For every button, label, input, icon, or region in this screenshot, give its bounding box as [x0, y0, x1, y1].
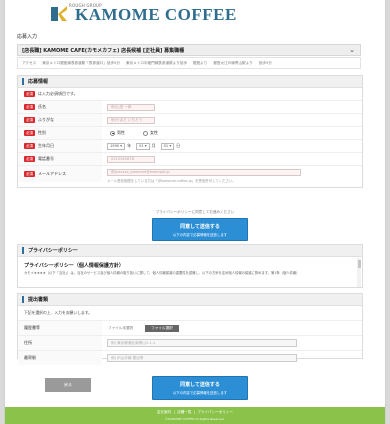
file-status: ファイル未選択 [108, 325, 134, 330]
name-label: 氏名 [38, 104, 46, 109]
file-select-button[interactable]: ファイル選択 [145, 324, 179, 332]
form-header: 応募情報 [18, 76, 362, 88]
copyright: ©KAMOME COFFEE All Rights Reserved. [164, 417, 225, 421]
birth-year-select[interactable]: 1990 ▾ [107, 142, 126, 150]
birth-month-select[interactable]: 01 ▾ [136, 142, 150, 150]
furigana-input[interactable]: 例)やまだ いちろう [107, 116, 155, 124]
submit-sublabel: 以下の内容で応募情報を送信します [172, 233, 228, 237]
station-input[interactable]: 例) JR山手線 恵比寿 [107, 354, 297, 362]
footer-link-company[interactable]: 会社案内 [157, 410, 171, 414]
page: KAMOME COFFEE ROUGH GROUP 応募入力 [店長職] KAM… [4, 0, 386, 424]
access-item: 徒歩5分 [258, 60, 272, 65]
required-badge: 必須 [24, 117, 35, 123]
submit-label: 同意して送信する [180, 224, 220, 230]
privacy-head-title: プライバシーポリシー [28, 248, 78, 254]
submit-label: 同意して送信する [180, 382, 220, 388]
access-item: 都営大江戸線青山駅より [213, 60, 253, 65]
email-note: メール受信制限をしている方は「@kamome-coffee.jp」を受信許可して… [107, 179, 236, 183]
station-row: 最寄駅 例) JR山手線 恵比寿 [18, 350, 362, 365]
site-header: KAMOME COFFEE ROUGH GROUP [5, 0, 385, 30]
birth-day-value: 01 [163, 144, 169, 148]
phone-label: 電話番号 [38, 156, 54, 161]
gender-male-radio[interactable]: 男性 [110, 130, 125, 136]
address-row: 住所 例) 東京都港区南青山1-1-1 [18, 335, 362, 350]
privacy-scrollbar[interactable] [357, 258, 361, 287]
site-footer: 会社案内 | 店舗一覧 | プライバシーポリシー ©KAMOME COFFEE … [5, 407, 385, 424]
submit-button-top[interactable]: 同意して送信する 以下の内容で応募情報を送信します [152, 218, 248, 241]
footer-link-privacy[interactable]: プライバシーポリシー [197, 410, 233, 414]
address-input[interactable]: 例) 東京都港区南青山1-1-1 [107, 339, 297, 347]
privacy-title: プライバシーポリシー（個人情報保護方針） [24, 263, 124, 269]
brand-group-label: ROUGH GROUP [69, 3, 102, 8]
radio-selected-icon[interactable] [110, 130, 115, 136]
footer-links: 会社案内 | 店舗一覧 | プライバシーポリシー [156, 410, 234, 414]
email-input[interactable]: 例)xxxxxx_kamome@example.jp [107, 169, 301, 176]
resume-label: 履歴書等 [18, 321, 102, 335]
required-note: 必須 は入力必須項目です。 [18, 88, 362, 100]
furigana-row: 必須 ふりがな 例)やまだ いちろう [18, 113, 362, 126]
required-note-text: は入力必須項目です。 [38, 91, 78, 96]
form-title: 応募情報 [28, 79, 49, 85]
name-input[interactable]: 例)山田 一郎 [107, 103, 155, 111]
consent-text: プライバシーポリシーに同意してお進みください [155, 210, 235, 214]
documents-note: 下記を選択の上、入力をお願いします。 [24, 310, 92, 315]
month-unit: 月 [151, 143, 156, 148]
furigana-label: ふりがな [38, 117, 54, 122]
job-access-info: アクセス 東京メトロ銀座線表参道駅「表参道口」徒歩5分 東京メトロ半蔵門線表参道… [17, 57, 361, 69]
chevron-down-icon[interactable]: ⌄ [349, 46, 355, 54]
back-button[interactable]: 戻る [45, 378, 91, 392]
phone-input[interactable]: 0312345678 [107, 155, 155, 163]
privacy-text: カモメ★★★★（以下「当社」）は、当社のサービス及び個人情報の取り扱いに関して、… [24, 271, 300, 275]
page-title: 応募入力 [17, 34, 38, 40]
radio-icon[interactable] [143, 130, 148, 136]
name-row: 必須 氏名 例)山田 一郎 [18, 100, 362, 113]
header-accent-bar [22, 247, 24, 254]
job-title: [店長職] KAMOME CAFE(カモメカフェ) 店長候補 [正社員] 募集職… [22, 47, 185, 54]
year-unit: 年 [127, 143, 132, 148]
access-item: 銀座より [193, 60, 208, 65]
birth-month-value: 01 [139, 144, 144, 148]
birthdate-label: 生年月日 [38, 143, 54, 148]
birth-year-value: 1990 [110, 144, 120, 148]
application-form: 応募情報 必須 は入力必須項目です。 必須 氏名 例)山田 一郎 必須 ふりがな 例… [17, 75, 363, 188]
gender-label: 性別 [38, 130, 46, 135]
kamome-bird-icon [49, 4, 69, 24]
header-accent-bar [22, 78, 24, 85]
birth-day-select[interactable]: 01 ▾ [160, 142, 175, 150]
access-label: アクセス [22, 60, 37, 65]
access-item: 東京メトロ銀座線表参道駅「表参道口」徒歩5分 [42, 60, 120, 65]
required-badge: 必須 [24, 130, 35, 136]
gender-male-label: 男性 [117, 130, 125, 135]
email-label: メールアドレス [38, 171, 66, 176]
documents-header: 提出書類 [18, 294, 362, 306]
submit-sublabel: 以下の内容で応募情報を送信します [172, 391, 228, 395]
required-badge: 必須 [24, 143, 35, 149]
resume-row: 履歴書等 ファイル未選択 ファイル選択 [18, 320, 362, 335]
gender-female-radio[interactable]: 女性 [143, 130, 158, 136]
privacy-header: プライバシーポリシー [18, 245, 362, 257]
documents-panel: 提出書類 下記を選択の上、入力をお願いします。 履歴書等 ファイル未選択 ファイ… [17, 293, 363, 365]
submit-button-bottom[interactable]: 同意して送信する 以下の内容で応募情報を送信します [152, 376, 248, 400]
email-row: 必須 メールアドレス 例)xxxxxx_kamome@example.jp メール… [18, 165, 362, 187]
required-badge: 必須 [24, 91, 35, 97]
phone-row: 必須 電話番号 0312345678 [18, 152, 362, 165]
documents-title: 提出書類 [28, 297, 49, 303]
station-label: 最寄駅 [18, 351, 102, 365]
day-unit: 日 [176, 143, 181, 148]
gender-female-label: 女性 [150, 130, 158, 135]
brand-name: KAMOME COFFEE [75, 5, 237, 24]
required-badge: 必須 [24, 156, 35, 162]
gender-row: 必須 性別 男性 女性 [18, 126, 362, 139]
footer-link-stores[interactable]: 店舗一覧 [177, 410, 191, 414]
birthdate-row: 必須 生年月日 1990 ▾ 年 01 ▾ 月 01 ▾ 日 [18, 139, 362, 152]
address-label: 住所 [18, 336, 102, 350]
access-item: 東京メトロ半蔵門線表参道駅より徒歩 [125, 60, 187, 65]
required-badge: 必須 [24, 171, 35, 177]
required-badge: 必須 [24, 104, 35, 110]
privacy-policy-panel: プライバシーポリシー プライバシーポリシー（個人情報保護方針） カモメ★★★★（… [17, 244, 363, 288]
header-accent-bar [22, 296, 24, 303]
job-accordion[interactable]: [店長職] KAMOME CAFE(カモメカフェ) 店長候補 [正社員] 募集職… [17, 44, 361, 56]
